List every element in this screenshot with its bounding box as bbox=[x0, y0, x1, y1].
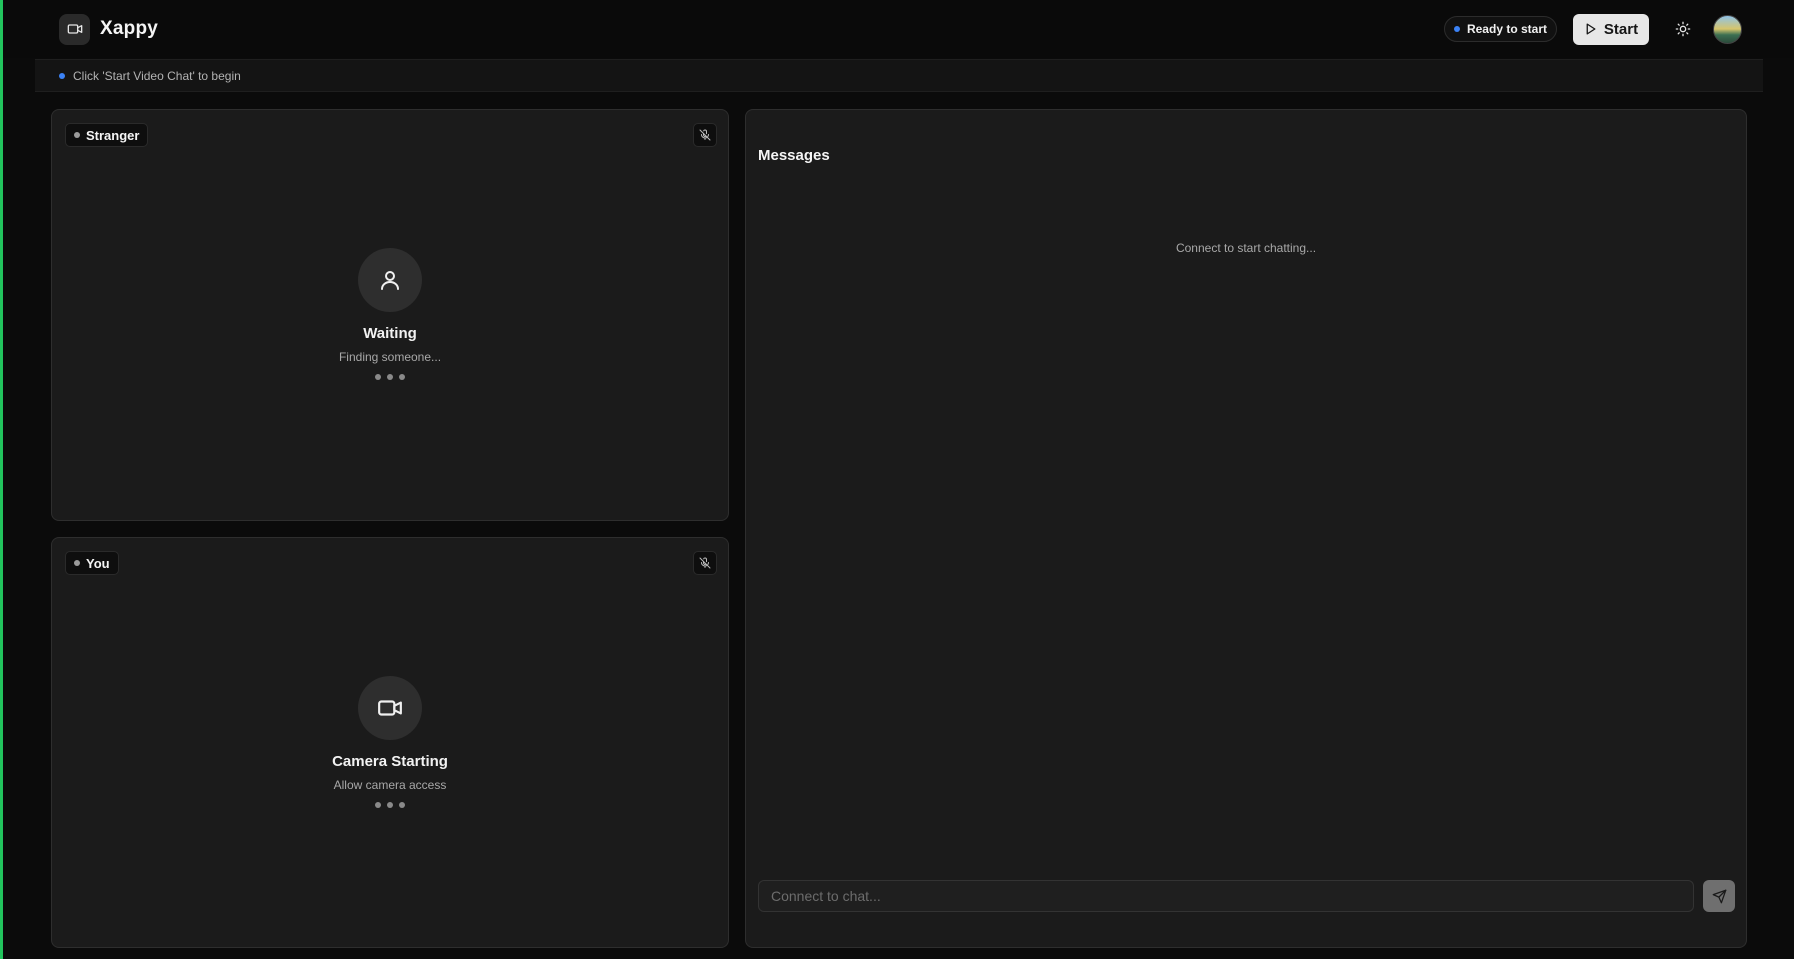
stranger-tag: Stranger bbox=[65, 123, 149, 147]
self-mute-button[interactable] bbox=[693, 551, 717, 575]
mic-off-icon bbox=[699, 557, 711, 569]
status-label: Ready to start bbox=[1466, 22, 1547, 36]
status-badge: Ready to start bbox=[1443, 16, 1557, 42]
header-actions: Ready to start Start bbox=[1443, 13, 1742, 45]
start-button[interactable]: Start bbox=[1573, 13, 1649, 45]
self-status-title: Camera Starting bbox=[332, 753, 448, 770]
messages-empty-state: Connect to start chatting... bbox=[1175, 241, 1317, 255]
window-accent-edge bbox=[0, 0, 3, 959]
self-video-panel: You Camera Starting Allow camera access bbox=[51, 537, 729, 948]
stranger-video-panel: Stranger Waiting Finding someone... bbox=[51, 109, 729, 521]
mic-off-icon bbox=[699, 129, 711, 141]
self-status-dot bbox=[74, 560, 80, 566]
self-tag: You bbox=[65, 551, 119, 575]
stranger-status-title: Waiting bbox=[363, 325, 417, 342]
user-avatar[interactable] bbox=[1713, 14, 1742, 44]
loading-dots bbox=[375, 802, 405, 808]
stranger-status-dot bbox=[74, 132, 80, 138]
stranger-placeholder: Waiting Finding someone... bbox=[52, 248, 728, 380]
loading-dots bbox=[375, 374, 405, 380]
stranger-mute-button[interactable] bbox=[693, 123, 717, 147]
send-button[interactable] bbox=[1703, 880, 1735, 912]
info-bar: Click 'Start Video Chat' to begin bbox=[35, 59, 1763, 92]
send-icon bbox=[1712, 889, 1726, 903]
self-placeholder: Camera Starting Allow camera access bbox=[52, 676, 728, 808]
user-icon bbox=[358, 248, 422, 312]
start-button-label: Start bbox=[1603, 20, 1639, 38]
messages-panel: Messages Connect to start chatting... bbox=[745, 109, 1747, 948]
stranger-tag-label: Stranger bbox=[86, 127, 140, 143]
messages-title: Messages bbox=[758, 147, 830, 164]
self-status-subtitle: Allow camera access bbox=[333, 778, 447, 792]
info-text: Click 'Start Video Chat' to begin bbox=[73, 68, 241, 83]
theme-toggle-button[interactable] bbox=[1667, 13, 1699, 45]
status-dot bbox=[1453, 26, 1460, 32]
chat-input[interactable] bbox=[758, 880, 1694, 912]
video-camera-icon bbox=[358, 676, 422, 740]
top-header: Xappy Ready to start Start bbox=[3, 0, 1794, 58]
brand[interactable]: Xappy bbox=[59, 13, 159, 45]
app-name: Xappy bbox=[100, 18, 159, 39]
play-icon bbox=[1586, 23, 1596, 35]
sun-icon bbox=[1675, 21, 1691, 37]
info-dot bbox=[59, 72, 65, 79]
video-camera-icon bbox=[59, 13, 90, 45]
stranger-status-subtitle: Finding someone... bbox=[338, 350, 442, 364]
self-tag-label: You bbox=[86, 555, 110, 571]
